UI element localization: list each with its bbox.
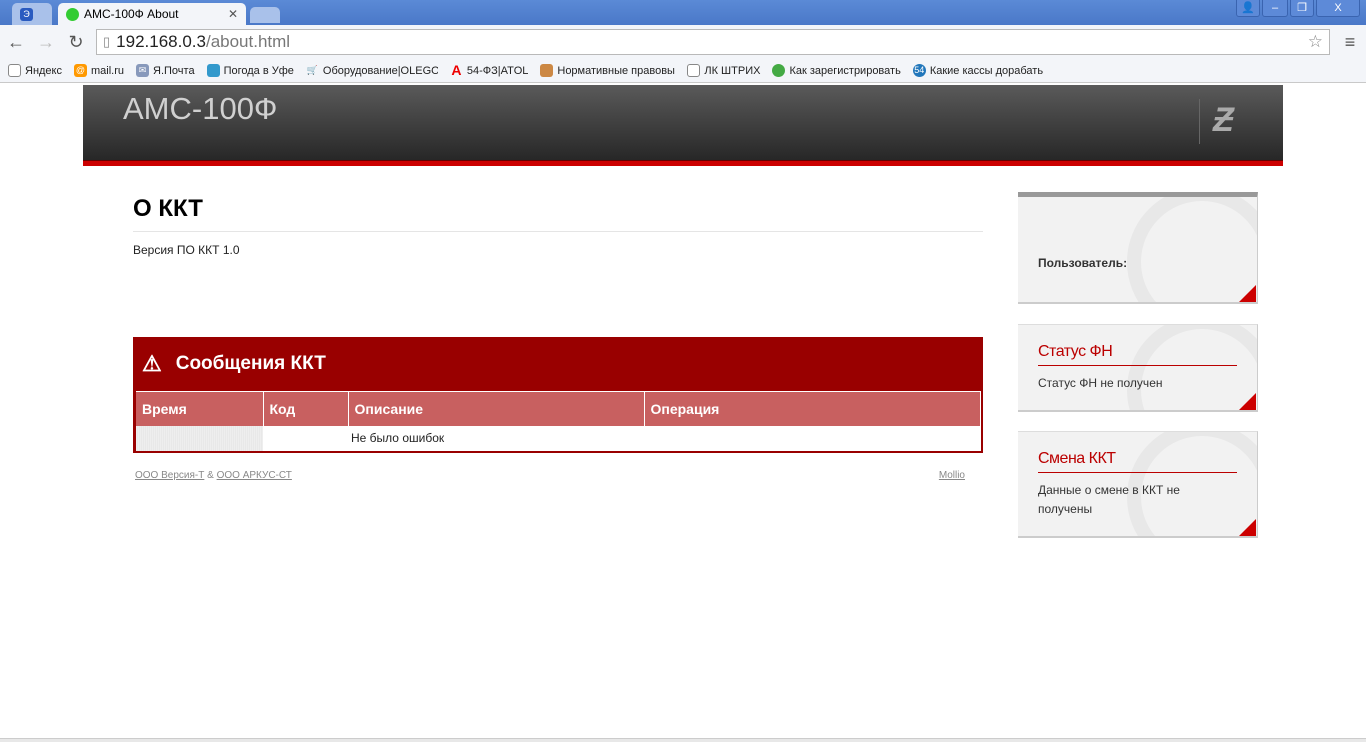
main-content: О ККТ Версия ПО ККТ 1.0 (133, 195, 983, 257)
reload-icon[interactable]: ↻ (66, 32, 86, 53)
bookmark[interactable]: 🛒 Оборудование|OLEGON (306, 64, 438, 77)
fn-status-box: Статус ФН Статус ФН не получен (1018, 324, 1258, 412)
footer-link-mollio[interactable]: Mollio (939, 470, 965, 481)
new-tab-button[interactable] (250, 7, 280, 23)
site-header: АМС-100Ф Ƶ (83, 85, 1283, 166)
address-bar[interactable]: ▯ 192.168.0.3/about.html ☆ (96, 29, 1330, 55)
fn-status-text: Статус ФН не получен (1038, 376, 1163, 390)
user-label: Пользователь: (1038, 256, 1128, 270)
footer: ООО Версия-Т & ООО АРКУС-СТ Mollio (135, 470, 965, 481)
version-text: Версия ПО ККТ 1.0 (133, 243, 240, 257)
bookmark[interactable]: Погода в Уфе (206, 64, 294, 77)
forward-icon[interactable]: → (36, 32, 56, 53)
fn-status-title: Статус ФН (1038, 325, 1237, 366)
bookmark[interactable]: Как зарегистрировать (772, 64, 901, 77)
close-window-button[interactable]: X (1316, 0, 1360, 17)
profile-icon[interactable]: 👤 (1236, 0, 1260, 17)
corner-fold-icon (1239, 393, 1256, 410)
page-favicon-icon (66, 7, 79, 21)
mailru-icon: @ (74, 64, 87, 77)
site-title: АМС-100Ф (123, 91, 278, 126)
divider (1199, 99, 1200, 144)
chat-icon (772, 64, 786, 77)
messages-title: Сообщения ККТ (175, 353, 326, 374)
menu-icon[interactable]: ≡ (1340, 32, 1360, 53)
bookmark[interactable]: ЛК ШТРИХ (687, 64, 760, 77)
bookmark-label: Оборудование|OLEGON (322, 64, 438, 77)
footer-amp: & (207, 470, 214, 481)
tab-pinned[interactable]: Э (12, 3, 52, 25)
column-header: Код (263, 391, 349, 426)
page-icon (8, 64, 21, 77)
url-host: 192.168.0.3 (116, 32, 206, 51)
bookmark-label: mail.ru (91, 64, 125, 77)
shift-box: Смена ККТ Данные о смене в ККТ не получе… (1018, 431, 1258, 538)
column-header: Описание (348, 391, 645, 426)
bookmark-label: Как зарегистрировать (789, 64, 901, 77)
bookmark[interactable]: A 54-ФЗ|ATOL (450, 62, 529, 78)
browser-titlebar: Э АМС-100Ф About ✕ 👤 – ❐ X (0, 0, 1366, 25)
bookmark[interactable]: Яндекс (8, 64, 62, 77)
shift-title: Смена ККТ (1038, 432, 1237, 473)
browser-toolbar: ← → ↻ ▯ 192.168.0.3/about.html ☆ ≡ (0, 25, 1366, 59)
bookmark-label: Я.Почта (153, 64, 195, 77)
column-header: Время (136, 391, 264, 426)
star-icon[interactable]: ☆ (1308, 32, 1323, 52)
corner-fold-icon (1239, 285, 1256, 302)
cell-time (136, 425, 263, 451)
messages-table: Время Код Описание Операция Не было ошиб… (136, 391, 981, 451)
cell-code (263, 426, 348, 451)
emblem-icon (540, 64, 554, 77)
page-icon (687, 64, 701, 77)
back-icon[interactable]: ← (6, 32, 26, 53)
messages-panel: ⚠ Сообщения ККТ Время Код Описание Операц… (133, 337, 983, 453)
header-redline (83, 160, 1283, 166)
bookmark[interactable]: @ mail.ru (74, 64, 124, 77)
restore-button[interactable]: ❐ (1290, 0, 1314, 17)
footer-link-versiya[interactable]: ООО Версия-Т (135, 470, 204, 481)
bookmark[interactable]: 54 Какие кассы дорабать (912, 64, 1044, 77)
column-header: Операция (644, 391, 981, 426)
url-path: /about.html (205, 32, 291, 51)
bookmark-label: 54-ФЗ|ATOL (466, 64, 529, 77)
status-bar (0, 738, 1366, 742)
bookmark-label: Какие кассы дорабать (929, 64, 1044, 77)
shift-text: Данные о смене в ККТ не получены (1038, 483, 1180, 516)
minimize-button[interactable]: – (1262, 0, 1288, 17)
bookmark-label: Погода в Уфе (223, 64, 294, 77)
bookmark-label: ЛК ШТРИХ (704, 64, 761, 77)
user-box: Пользователь: (1018, 192, 1258, 304)
bookmark[interactable]: Нормативные правовы (540, 64, 675, 77)
close-tab-icon[interactable]: ✕ (228, 7, 238, 21)
bookmark[interactable]: ✉ Я.Почта (136, 64, 195, 77)
bookmark-label: Яндекс (25, 64, 62, 77)
mail-icon: ✉ (136, 64, 150, 77)
tab-active[interactable]: АМС-100Ф About ✕ (58, 3, 246, 25)
page-title: О ККТ (133, 195, 983, 232)
tab-favicon-icon: Э (20, 7, 33, 21)
corner-fold-icon (1239, 519, 1256, 536)
logo-icon: Ƶ (1213, 101, 1234, 139)
weather-icon (206, 64, 220, 77)
table-row: Не было ошибок (136, 425, 981, 451)
bookmarks-bar: Яндекс @ mail.ru ✉ Я.Почта Погода в Уфе 🛒 О… (0, 59, 1366, 83)
atol-icon: A (451, 62, 462, 78)
cell-description: Не было ошибок (351, 431, 445, 445)
cart-icon: 🛒 (306, 65, 318, 75)
page-icon: ▯ (103, 34, 111, 49)
cell-operation (644, 426, 981, 451)
footer-link-arkus[interactable]: ООО АРКУС-СТ (217, 470, 292, 481)
tab-label: АМС-100Ф About (84, 7, 179, 21)
bookmark-label: Нормативные правовы (557, 64, 675, 77)
warning-icon: ⚠ (142, 351, 162, 376)
54-icon: 54 (912, 64, 926, 77)
